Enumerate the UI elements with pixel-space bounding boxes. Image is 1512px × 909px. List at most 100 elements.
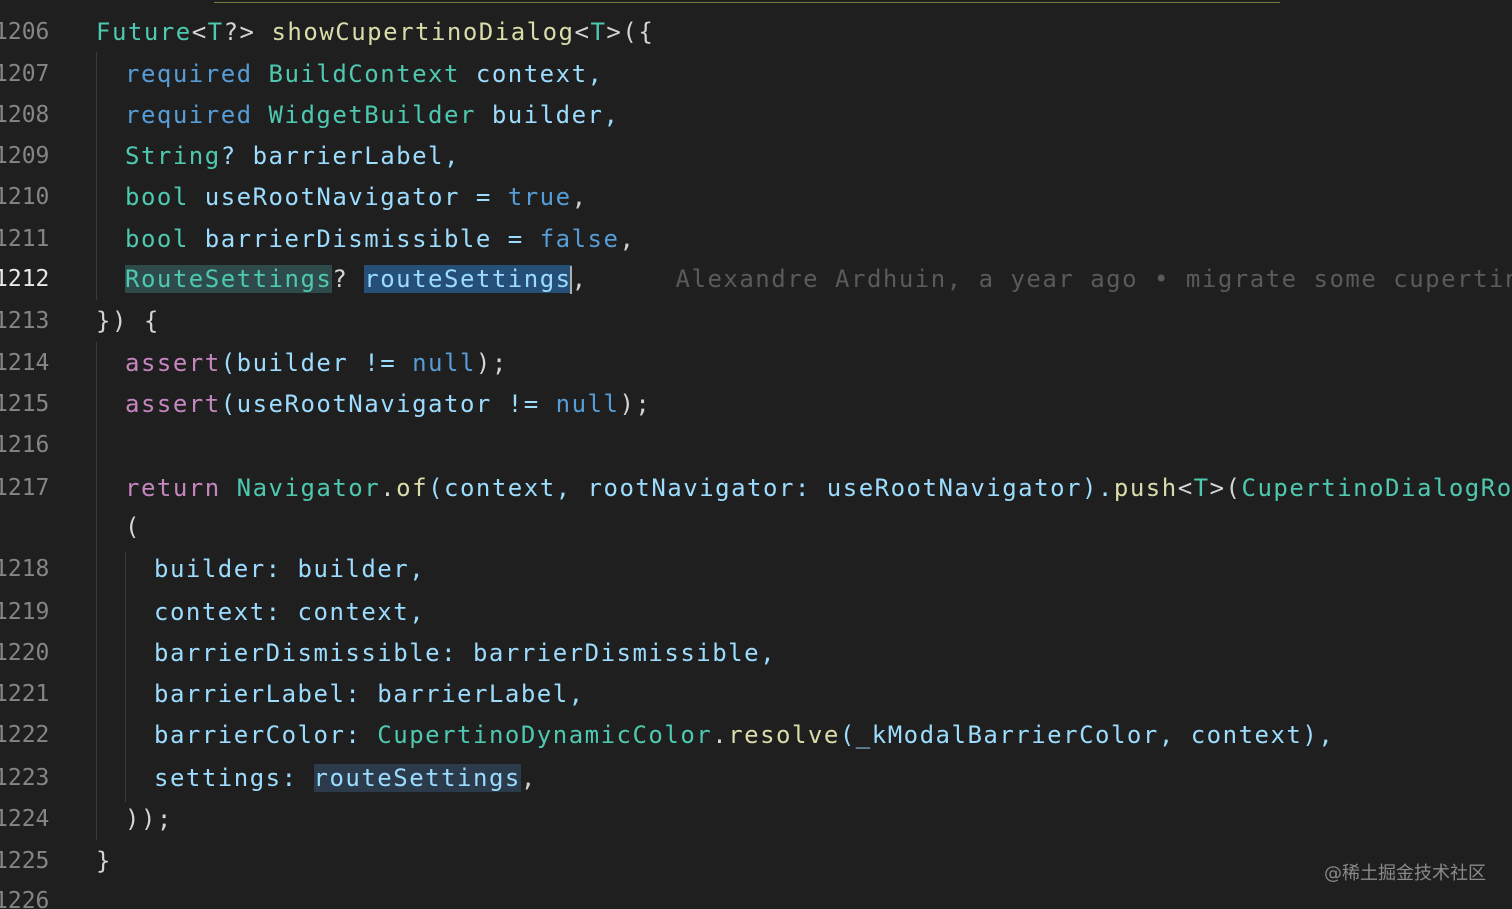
code-token: T <box>207 18 224 46</box>
line-number[interactable]: 1220 <box>0 638 54 668</box>
code-line[interactable]: )); <box>125 804 173 834</box>
code-token: (builder != <box>220 349 413 377</box>
code-token: required <box>125 60 253 88</box>
code-token: false <box>539 225 620 253</box>
code-token: ( <box>125 513 141 541</box>
line-number[interactable]: 1218 <box>0 554 54 584</box>
code-editor[interactable]: 1206 1207 1208 1209 1210 1211 1212 1213 … <box>0 0 1512 909</box>
code-token: bool <box>125 225 189 253</box>
code-token: null <box>555 390 620 418</box>
code-line[interactable]: barrierDismissible: barrierDismissible, <box>154 638 776 668</box>
code-token: ); <box>619 390 652 418</box>
code-token: < <box>574 18 591 46</box>
line-number[interactable]: 1208 <box>0 100 54 130</box>
code-token: , <box>619 225 636 253</box>
code-line[interactable]: barrierLabel: barrierLabel, <box>154 679 585 709</box>
line-number[interactable]: 1226 <box>0 886 54 909</box>
code-line[interactable]: settings: routeSettings, <box>154 763 537 793</box>
code-token: (_kModalBarrierColor, context), <box>839 721 1335 749</box>
code-token: of <box>396 474 429 502</box>
line-number[interactable]: 1215 <box>0 389 54 419</box>
line-number[interactable]: 1211 <box>0 224 54 254</box>
code-line-wrapped[interactable]: ( <box>125 512 141 542</box>
watermark: @稀土掘金技术社区 <box>1324 863 1486 884</box>
code-token: assert <box>125 349 221 377</box>
code-token: ? <box>332 265 365 293</box>
code-token: , <box>520 764 537 792</box>
line-number[interactable]: 1225 <box>0 846 54 876</box>
line-number[interactable]: 1224 <box>0 804 54 834</box>
line-number[interactable]: 1217 <box>0 473 54 503</box>
line-number[interactable]: 1219 <box>0 597 54 627</box>
code-token: < <box>191 18 208 46</box>
code-token: builder, <box>475 101 620 129</box>
code-line[interactable]: assert(builder != null); <box>125 348 508 378</box>
line-number[interactable]: 1221 <box>0 679 54 709</box>
code-line[interactable]: builder: builder, <box>154 554 425 584</box>
code-token: WidgetBuilder <box>268 101 476 129</box>
code-line[interactable]: }) { <box>96 306 160 336</box>
line-number[interactable]: 1213 <box>0 306 54 336</box>
code-line[interactable]: required BuildContext context, <box>125 59 603 89</box>
code-token: barrierColor: <box>154 721 378 749</box>
previous-line-underline <box>214 2 1280 3</box>
code-token: T <box>590 18 607 46</box>
code-line[interactable]: } <box>96 846 112 876</box>
code-line[interactable]: barrierColor: CupertinoDynamicColor.reso… <box>154 720 1334 750</box>
line-number[interactable]: 1216 <box>0 430 54 460</box>
code-token: , <box>571 183 588 211</box>
line-number[interactable]: 1210 <box>0 182 54 212</box>
code-token: assert <box>125 390 221 418</box>
code-line[interactable]: context: context, <box>154 597 425 627</box>
code-token: < <box>1177 474 1194 502</box>
git-blame-annotation[interactable]: Alexandre Ardhuin, a year ago • migrate … <box>676 265 1512 293</box>
code-line-active[interactable]: RouteSettings? routeSettings, Alexandre A… <box>125 264 1512 294</box>
code-token: }) { <box>96 307 160 335</box>
code-line[interactable]: bool barrierDismissible = false, <box>125 224 635 254</box>
code-token: )); <box>125 805 173 833</box>
code-token: return <box>125 474 221 502</box>
code-token: push <box>1113 474 1178 502</box>
code-token: settings: <box>154 764 314 792</box>
code-token: } <box>96 847 112 875</box>
code-token: >( <box>1209 474 1242 502</box>
code-token: true <box>507 183 572 211</box>
code-token: RouteSettings <box>125 265 333 293</box>
line-number[interactable]: 1214 <box>0 348 54 378</box>
code-token: barrierDismissible: barrierDismissible, <box>154 639 777 667</box>
code-token: String <box>125 142 221 170</box>
line-number[interactable]: 1222 <box>0 720 54 750</box>
line-number[interactable]: 1223 <box>0 763 54 793</box>
code-token: bool <box>125 183 189 211</box>
line-number-active[interactable]: 1212 <box>0 264 54 294</box>
code-token: barrierLabel: barrierLabel, <box>154 680 585 708</box>
code-token: ?> <box>223 18 272 46</box>
code-token: barrierDismissible = <box>188 225 540 253</box>
code-token: ); <box>475 349 508 377</box>
selected-text[interactable]: routeSettings <box>364 265 572 293</box>
code-line[interactable]: return Navigator.of(context, rootNavigat… <box>125 473 1512 503</box>
code-line[interactable]: bool useRootNavigator = true, <box>125 182 588 212</box>
code-token: (useRootNavigator != <box>220 390 556 418</box>
code-line[interactable]: Future<T?> showCupertinoDialog<T>({ <box>96 17 654 47</box>
code-token: CupertinoDynamicColor <box>377 721 713 749</box>
line-number[interactable]: 1207 <box>0 59 54 89</box>
code-line[interactable]: assert(useRootNavigator != null); <box>125 389 651 419</box>
code-line[interactable]: required WidgetBuilder builder, <box>125 100 619 130</box>
code-token: Navigator <box>236 474 381 502</box>
code-token: CupertinoDialogRoute <box>1241 474 1512 502</box>
line-number[interactable]: 1209 <box>0 141 54 171</box>
code-token: . <box>380 474 397 502</box>
indent-guide <box>96 52 97 300</box>
indent-guide <box>125 552 126 802</box>
code-token: builder: builder, <box>154 555 426 583</box>
code-line[interactable]: String? barrierLabel, <box>125 141 460 171</box>
code-token: required <box>125 101 253 129</box>
code-token: BuildContext <box>268 60 460 88</box>
line-number[interactable]: 1206 <box>0 17 54 47</box>
code-token: resolve <box>728 721 840 749</box>
code-token: >({ <box>606 18 655 46</box>
